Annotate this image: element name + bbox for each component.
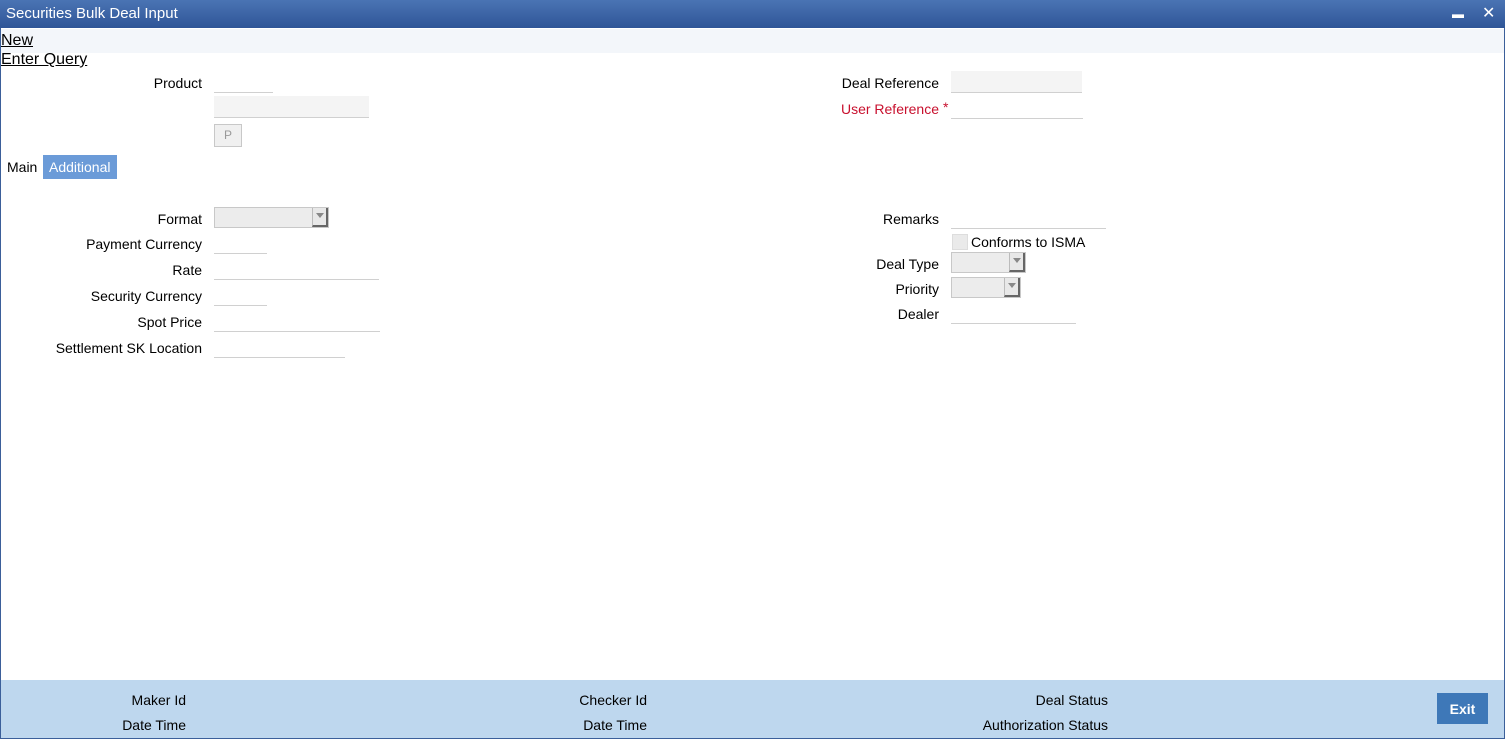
close-icon[interactable]: ✕ — [1482, 3, 1495, 23]
product-lookup-button[interactable]: P — [214, 124, 242, 147]
spot-price-label: Spot Price — [137, 314, 202, 330]
checker-date-time-label: Date Time — [583, 717, 647, 733]
product-input[interactable] — [214, 71, 273, 93]
rate-label: Rate — [172, 262, 202, 278]
exit-button[interactable]: Exit — [1437, 693, 1488, 724]
window-title: Securities Bulk Deal Input — [6, 5, 178, 22]
conforms-isma-checkbox[interactable] — [952, 234, 968, 250]
security-currency-label: Security Currency — [90, 288, 202, 304]
authorization-status-label: Authorization Status — [982, 717, 1108, 733]
priority-select[interactable] — [951, 277, 1021, 298]
conforms-isma-label: Conforms to ISMA — [971, 234, 1086, 250]
security-currency-input[interactable] — [214, 284, 267, 306]
title-bar: Securities Bulk Deal Input ▬ ✕ — [0, 0, 1505, 28]
tab-additional[interactable]: Additional — [43, 155, 117, 179]
maker-date-time-label: Date Time — [122, 717, 186, 733]
user-reference-label: User Reference — [840, 101, 939, 117]
deal-type-select[interactable] — [951, 252, 1026, 273]
deal-reference-label: Deal Reference — [841, 75, 939, 91]
enter-query-link[interactable]: Enter Query — [1, 51, 87, 69]
deal-status-label: Deal Status — [1035, 692, 1108, 708]
remarks-input[interactable] — [951, 207, 1106, 229]
tab-main[interactable]: Main — [1, 155, 43, 179]
checker-id-label: Checker Id — [579, 692, 647, 708]
spot-price-input[interactable] — [214, 310, 380, 332]
priority-label: Priority — [895, 281, 939, 297]
chevron-down-icon — [1004, 278, 1020, 297]
deal-reference-input[interactable] — [951, 71, 1082, 93]
deal-type-label: Deal Type — [876, 256, 939, 272]
format-label: Format — [157, 211, 202, 227]
dealer-label: Dealer — [897, 306, 939, 322]
chevron-down-icon — [312, 208, 328, 227]
format-select[interactable] — [214, 207, 329, 228]
settlement-sk-location-input[interactable] — [214, 336, 345, 358]
payment-currency-label: Payment Currency — [86, 236, 202, 252]
minimize-icon[interactable]: ▬ — [1452, 7, 1464, 21]
product-label: Product — [153, 75, 202, 91]
settlement-sk-location-label: Settlement SK Location — [55, 340, 202, 356]
menu-band — [1, 29, 1504, 53]
user-reference-input[interactable] — [951, 97, 1083, 119]
payment-currency-input[interactable] — [214, 232, 267, 254]
product-description-input[interactable] — [214, 96, 369, 118]
chevron-down-icon — [1009, 253, 1025, 272]
new-link[interactable]: New — [1, 32, 33, 50]
required-marker: * — [943, 99, 949, 115]
maker-id-label: Maker Id — [131, 692, 186, 708]
remarks-label: Remarks — [882, 211, 939, 227]
rate-input[interactable] — [214, 258, 379, 280]
dealer-input[interactable] — [951, 302, 1076, 324]
audit-footer — [1, 680, 1504, 738]
